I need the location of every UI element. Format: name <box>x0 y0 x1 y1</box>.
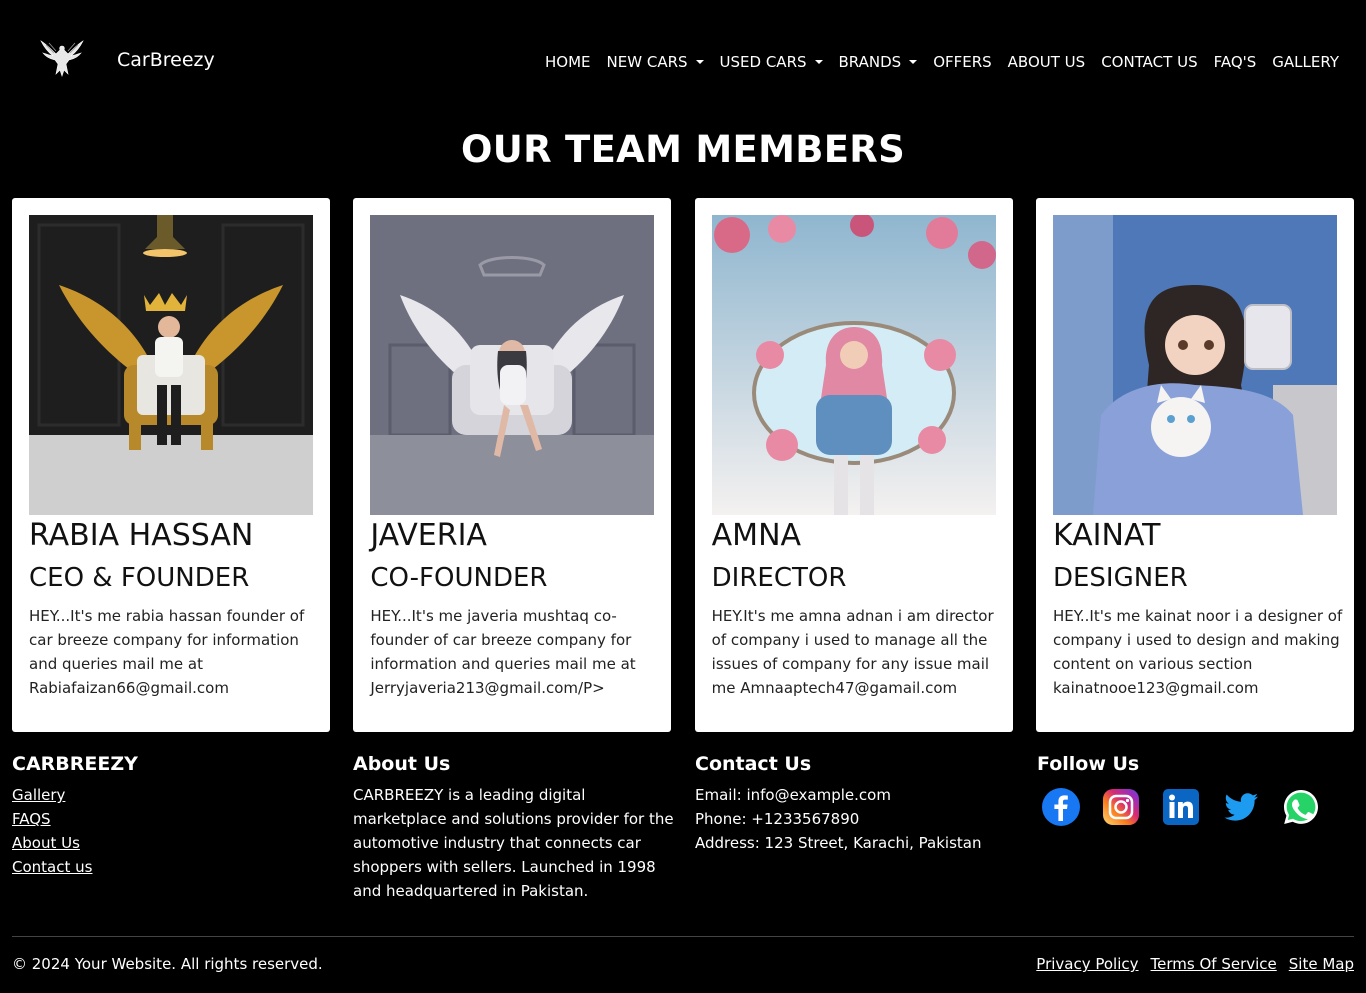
nav-contact-us[interactable]: CONTACT US <box>1093 53 1205 71</box>
terms-of-service-link[interactable]: Terms Of Service <box>1151 955 1277 973</box>
copyright-text: © 2024 Your Website. All rights reserved… <box>12 955 323 973</box>
eagle-logo-icon[interactable] <box>40 38 84 78</box>
team-member-bio: HEY..It's me kainat noor i a designer of… <box>1052 607 1343 697</box>
team-member-role: CEO & FOUNDER <box>29 563 250 593</box>
footer-about-heading: About Us <box>353 753 451 775</box>
caret-down-icon <box>909 60 918 64</box>
footer-link-contact-us[interactable]: Contact us <box>12 855 138 879</box>
team-card: JAVERIA CO-FOUNDER HEY...It's me javeria… <box>353 198 672 732</box>
footer-divider <box>12 936 1354 937</box>
team-member-role: CO-FOUNDER <box>370 563 548 593</box>
team-member-bio: HEY...It's me javeria mushtaq co-founder… <box>370 607 636 697</box>
twitter-icon[interactable] <box>1221 787 1261 827</box>
whatsapp-icon[interactable] <box>1281 787 1321 827</box>
nav-faqs-label: FAQ'S <box>1213 53 1257 71</box>
nav-offers-label: OFFERS <box>933 53 992 71</box>
team-member-photo <box>1052 215 1337 515</box>
team-member-role: DESIGNER <box>1052 563 1188 593</box>
caret-down-icon <box>695 60 704 64</box>
footer-about-text: CARBREEZY is a leading digital marketpla… <box>353 786 674 900</box>
footer-contact-column: Contact Us Email: info@example.com Phone… <box>695 753 981 855</box>
team-member-photo <box>711 215 996 515</box>
footer-bottom-links: Privacy Policy Terms Of Service Site Map <box>1036 955 1354 973</box>
footer-contact-email: Email: info@example.com <box>695 786 891 804</box>
footer-link-faqs[interactable]: FAQS <box>12 807 138 831</box>
caret-down-icon <box>814 60 823 64</box>
team-member-photo <box>29 215 313 515</box>
team-card: RABIA HASSAN CEO & FOUNDER HEY...It's me… <box>12 198 330 732</box>
nav-about-us-label: ABOUT US <box>1007 53 1086 71</box>
team-member-bio: HEY.It's me amna adnan i am director of … <box>711 607 994 697</box>
brand-name[interactable]: CarBreezy <box>117 49 215 71</box>
nav-home-label: HOME <box>545 53 591 71</box>
team-member-role: DIRECTOR <box>711 563 847 593</box>
nav-new-cars[interactable]: NEW CARS <box>599 53 712 71</box>
team-member-name: RABIA HASSAN <box>29 518 254 553</box>
nav-faqs[interactable]: FAQ'S <box>1206 53 1265 71</box>
footer-contact-heading: Contact Us <box>695 753 812 775</box>
team-member-photo <box>370 215 655 515</box>
nav-used-cars[interactable]: USED CARS <box>712 53 831 71</box>
nav-used-cars-label: USED CARS <box>719 53 807 71</box>
team-member-name: AMNA <box>711 518 802 553</box>
footer-link-about-us[interactable]: About Us <box>12 831 138 855</box>
footer-contact-address: Address: 123 Street, Karachi, Pakistan <box>695 834 982 852</box>
nav-gallery[interactable]: GALLERY <box>1264 53 1347 71</box>
team-card: KAINAT DESIGNER HEY..It's me kainat noor… <box>1035 198 1354 732</box>
nav-offers[interactable]: OFFERS <box>925 53 999 71</box>
site-map-link[interactable]: Site Map <box>1289 955 1354 973</box>
nav-home[interactable]: HOME <box>537 53 599 71</box>
nav-new-cars-label: NEW CARS <box>606 53 688 71</box>
nav-about-us[interactable]: ABOUT US <box>1000 53 1094 71</box>
social-icons <box>1041 787 1321 827</box>
navbar: CarBreezy HOME NEW CARS USED CARS BRANDS… <box>0 0 1366 110</box>
facebook-icon[interactable] <box>1041 787 1081 827</box>
nav-brands-label: BRANDS <box>838 53 902 71</box>
linkedin-icon[interactable] <box>1161 787 1201 827</box>
nav-gallery-label: GALLERY <box>1272 53 1339 71</box>
team-cards: RABIA HASSAN CEO & FOUNDER HEY...It's me… <box>12 198 1354 732</box>
footer-brand-column: CARBREEZY Gallery FAQS About Us Contact … <box>12 753 138 879</box>
footer-follow-column: Follow Us <box>1037 753 1321 827</box>
footer-link-gallery[interactable]: Gallery <box>12 783 138 807</box>
instagram-icon[interactable] <box>1101 787 1141 827</box>
page-title: OUR TEAM MEMBERS <box>460 128 906 171</box>
footer-about-column: About Us CARBREEZY is a leading digital … <box>353 753 675 903</box>
footer-contact-phone: Phone: +1233567890 <box>695 810 860 828</box>
footer-brand-heading: CARBREEZY <box>12 753 138 775</box>
team-member-name: KAINAT <box>1052 518 1161 553</box>
main-nav: HOME NEW CARS USED CARS BRANDS OFFERS AB… <box>537 53 1347 71</box>
nav-brands[interactable]: BRANDS <box>831 53 926 71</box>
team-member-name: JAVERIA <box>370 518 487 553</box>
privacy-policy-link[interactable]: Privacy Policy <box>1036 955 1138 973</box>
nav-contact-us-label: CONTACT US <box>1101 53 1198 71</box>
footer-follow-heading: Follow Us <box>1037 753 1140 775</box>
team-card: AMNA DIRECTOR HEY.It's me amna adnan i a… <box>694 198 1013 732</box>
team-member-bio: HEY...It's me rabia hassan founder of ca… <box>29 607 305 697</box>
